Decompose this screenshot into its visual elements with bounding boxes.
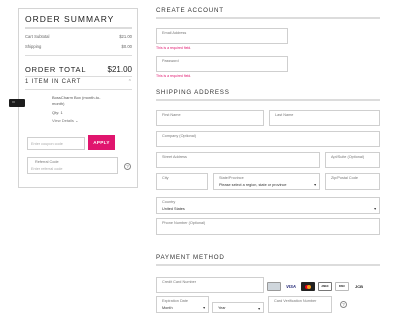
product-name-line2: month): [52, 101, 65, 106]
divider: [25, 76, 132, 77]
apt-suite-field[interactable]: Apt/Suite (Optional): [325, 152, 380, 168]
country-select[interactable]: Country United States ▾: [156, 197, 380, 214]
shipping-row: Shipping $0.00: [25, 44, 132, 49]
items-in-cart-toggle[interactable]: 1 ITEM IN CART ⌃: [25, 79, 132, 85]
first-name-field[interactable]: First Name: [156, 110, 264, 126]
state-value: Please select a region, state or provinc…: [219, 183, 287, 187]
help-icon[interactable]: ?: [340, 301, 347, 308]
help-icon[interactable]: ?: [124, 163, 131, 170]
email-label: Email Address: [162, 31, 187, 35]
first-name-label: First Name: [162, 113, 181, 117]
city-label: City: [162, 176, 169, 180]
order-total-label: ORDER TOTAL: [25, 65, 87, 74]
password-field[interactable]: Password: [156, 56, 288, 72]
visa-icon: VISA: [284, 282, 298, 291]
view-details-label: View Details: [52, 118, 74, 123]
country-label: Country: [162, 200, 176, 204]
expiration-year-select[interactable]: Year ▾: [212, 302, 264, 313]
last-name-field[interactable]: Last Name: [269, 110, 380, 126]
product-qty: Qty: 1: [52, 110, 63, 115]
cart-subtotal-value: $21.00: [119, 34, 132, 39]
shipping-value: $0.00: [121, 44, 132, 49]
divider: [156, 17, 380, 19]
mastercard-icon: [301, 282, 315, 291]
company-label: Company (Optional): [162, 134, 196, 138]
order-total-value: $21.00: [107, 65, 132, 74]
password-label: Password: [162, 59, 179, 63]
chevron-down-icon: ⌄: [75, 118, 79, 123]
phone-field[interactable]: Phone Number (Optional): [156, 218, 380, 235]
dropdown-caret-icon: ▾: [314, 183, 316, 187]
state-select[interactable]: State/Province Please select a region, s…: [213, 173, 320, 190]
apply-coupon-button[interactable]: APPLY: [88, 135, 115, 150]
dropdown-caret-icon: ▾: [258, 306, 260, 311]
city-field[interactable]: City: [156, 173, 208, 190]
accepted-cards: VISA AMEX DISC JCB: [267, 282, 366, 291]
chevron-up-icon: ⌃: [127, 79, 132, 85]
referral-code-field[interactable]: Referral Code Enter referral code: [27, 157, 118, 174]
card-number-field[interactable]: Credit Card Number: [156, 277, 264, 293]
coupon-input[interactable]: Enter coupon code: [27, 137, 85, 150]
country-value: United States: [162, 207, 185, 211]
cart-subtotal-row: Cart Subtotal $21.00: [25, 34, 132, 39]
generic-card-icon: [267, 282, 281, 291]
divider: [25, 27, 132, 29]
items-in-cart-label: 1 ITEM IN CART: [25, 79, 82, 85]
street-address-field[interactable]: Street Address: [156, 152, 320, 168]
divider: [25, 55, 132, 56]
cart-subtotal-label: Cart Subtotal: [25, 34, 50, 39]
view-details-link[interactable]: View Details ⌄: [52, 118, 78, 123]
divider: [25, 89, 132, 90]
last-name-label: Last Name: [275, 113, 294, 117]
expiration-month-select[interactable]: Expiration Date Month ▾: [156, 296, 209, 313]
product-image: [9, 99, 25, 107]
product-name-line1: BossCharm Box (month-to-: [52, 95, 101, 100]
card-verification-label: Card Verification Number: [274, 299, 317, 303]
jcb-icon: JCB: [352, 282, 366, 291]
card-verification-field[interactable]: Card Verification Number: [268, 296, 332, 313]
street-address-label: Street Address: [162, 155, 187, 159]
create-account-title: CREATE ACCOUNT: [156, 7, 224, 14]
email-error: This is a required field.: [156, 46, 192, 50]
apt-suite-label: Apt/Suite (Optional): [331, 155, 365, 159]
zip-label: Zip/Postal Code: [331, 176, 359, 180]
amex-icon: AMEX: [318, 282, 332, 291]
password-error: This is a required field.: [156, 74, 192, 78]
year-value: Year: [218, 306, 226, 310]
company-field[interactable]: Company (Optional): [156, 131, 380, 147]
state-label: State/Province: [219, 176, 244, 180]
phone-label: Phone Number (Optional): [162, 221, 206, 225]
zip-field[interactable]: Zip/Postal Code: [325, 173, 380, 190]
email-field[interactable]: Email Address: [156, 28, 288, 44]
payment-method-title: PAYMENT METHOD: [156, 254, 225, 261]
divider: [156, 264, 380, 266]
discover-icon: DISC: [335, 282, 349, 291]
referral-code-placeholder: Enter referral code: [31, 167, 63, 171]
divider: [156, 99, 380, 101]
dropdown-caret-icon: ▾: [203, 306, 205, 310]
expiration-date-label: Expiration Date: [162, 299, 188, 303]
month-value: Month: [162, 306, 173, 310]
referral-code-label: Referral Code: [35, 160, 59, 164]
shipping-label: Shipping: [25, 44, 42, 49]
dropdown-caret-icon: ▾: [374, 207, 376, 211]
coupon-placeholder: Enter coupon code: [31, 142, 63, 146]
shipping-address-title: SHIPPING ADDRESS: [156, 89, 230, 96]
order-summary-title: ORDER SUMMARY: [25, 14, 115, 24]
order-total-row: ORDER TOTAL $21.00: [25, 65, 132, 74]
card-number-label: Credit Card Number: [162, 280, 196, 284]
